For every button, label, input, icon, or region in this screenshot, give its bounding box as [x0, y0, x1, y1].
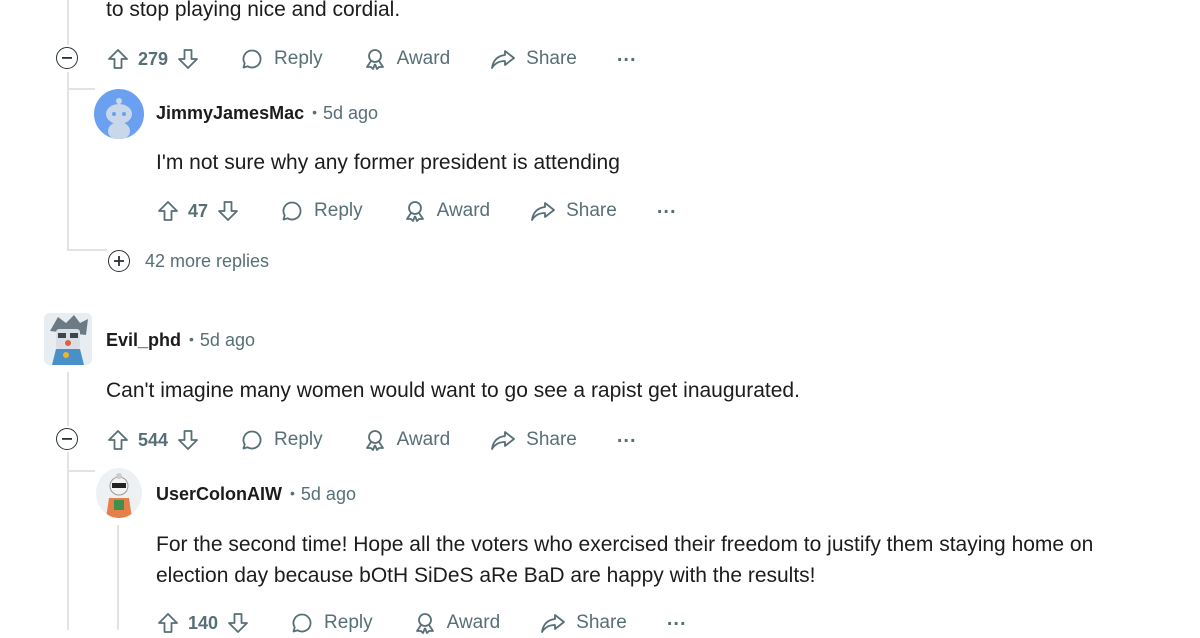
share-icon: [491, 431, 516, 450]
collapse-toggle[interactable]: [56, 428, 78, 450]
reply-label: Reply: [274, 429, 323, 450]
expand-toggle[interactable]: [108, 250, 130, 272]
share-button[interactable]: Share: [530, 199, 617, 223]
comment-text: I'm not sure why any former president is…: [156, 151, 620, 174]
thread-line-top-children: [67, 72, 69, 250]
upvote-icon[interactable]: [106, 428, 130, 452]
downvote-icon[interactable]: [216, 199, 240, 223]
vote-count: 279: [138, 48, 169, 69]
comment-bubble-icon: [242, 430, 262, 450]
vote-count: 544: [138, 429, 169, 450]
vote-group: 544: [106, 428, 200, 452]
award-icon: [365, 430, 384, 451]
award-button[interactable]: Award: [413, 611, 501, 635]
separator-dot: •: [312, 103, 318, 120]
reply-label: Reply: [314, 200, 363, 221]
snoo-avatar-icon: [106, 98, 132, 139]
username[interactable]: Evil_phd: [106, 330, 181, 351]
comment-action-bar: 279 Reply Award Share ...: [106, 44, 637, 74]
share-label: Share: [526, 429, 577, 450]
overflow-menu-button[interactable]: ...: [667, 608, 687, 631]
downvote-icon[interactable]: [176, 47, 200, 71]
collapse-toggle[interactable]: [56, 47, 78, 69]
downvote-icon[interactable]: [176, 428, 200, 452]
avatar[interactable]: [44, 313, 92, 365]
share-button[interactable]: Share: [490, 47, 577, 71]
vote-group: 279: [106, 47, 200, 71]
comment-text: Can't imagine many women would want to g…: [106, 379, 800, 402]
reply-button[interactable]: Reply: [240, 428, 323, 452]
reply-label: Reply: [274, 48, 323, 69]
vote-group: 47: [156, 199, 240, 223]
vote-count: 140: [188, 612, 219, 633]
minus-icon: [62, 57, 72, 59]
award-label: Award: [396, 429, 451, 450]
share-icon: [491, 50, 516, 69]
award-label: Award: [436, 200, 491, 221]
award-button[interactable]: Award: [403, 199, 491, 223]
reply-button[interactable]: Reply: [280, 199, 363, 223]
timestamp[interactable]: 5d ago: [323, 103, 378, 124]
custom-avatar-icon: [50, 315, 88, 365]
plus-icon: [114, 256, 124, 266]
comment-bubble-icon: [282, 201, 302, 221]
share-label: Share: [526, 48, 577, 69]
username[interactable]: UserColonAIW: [156, 484, 282, 505]
overflow-menu-button[interactable]: ...: [617, 425, 637, 448]
comment-text-line-2: election day because bOtH SiDeS aRe BaD …: [156, 564, 816, 587]
comment-bubble-icon: [292, 613, 312, 633]
comment-text-line-1: For the second time! Hope all the voters…: [156, 533, 1094, 556]
award-button[interactable]: Award: [363, 428, 451, 452]
overflow-menu-button[interactable]: ...: [617, 44, 637, 67]
comment-bubble-icon: [242, 49, 262, 69]
custom-avatar-icon: [106, 473, 132, 518]
award-icon: [365, 49, 384, 70]
award-label: Award: [446, 612, 501, 633]
comment-meta: UserColonAIW • 5d ago: [156, 484, 356, 505]
share-button[interactable]: Share: [490, 428, 577, 452]
upvote-icon[interactable]: [156, 199, 180, 223]
timestamp[interactable]: 5d ago: [301, 484, 356, 505]
upvote-icon[interactable]: [156, 611, 180, 635]
reply-button[interactable]: Reply: [240, 47, 323, 71]
thread-line-top: [67, 0, 69, 45]
more-replies-link[interactable]: 42 more replies: [145, 251, 269, 272]
avatar[interactable]: [94, 89, 144, 139]
thread-line-reply2: [117, 525, 119, 630]
vote-group: 140: [156, 611, 250, 635]
thread-line-comment2-children: [67, 452, 69, 630]
award-label: Award: [396, 48, 451, 69]
username[interactable]: JimmyJamesMac: [156, 103, 304, 124]
share-label: Share: [576, 612, 627, 633]
share-icon: [541, 614, 566, 633]
award-icon: [415, 613, 434, 634]
thread-connector-reply1: [67, 88, 95, 90]
avatar[interactable]: [96, 468, 142, 518]
comment-text: to stop playing nice and cordial.: [106, 0, 401, 21]
separator-dot: •: [189, 330, 194, 347]
reply-button[interactable]: Reply: [290, 611, 373, 635]
comment-action-bar: 47 Reply Award Share ...: [156, 196, 677, 226]
share-label: Share: [566, 200, 617, 221]
overflow-menu-button[interactable]: ...: [657, 196, 677, 219]
downvote-icon[interactable]: [226, 611, 250, 635]
comment-action-bar: 544 Reply Award Share ...: [106, 425, 637, 455]
vote-count: 47: [188, 200, 209, 221]
upvote-icon[interactable]: [106, 47, 130, 71]
share-icon: [531, 202, 556, 221]
minus-icon: [62, 438, 72, 440]
award-button[interactable]: Award: [363, 47, 451, 71]
comment-action-bar: 140 Reply Award Share ...: [156, 608, 687, 638]
comment-meta: JimmyJamesMac • 5d ago: [156, 103, 378, 124]
reply-label: Reply: [324, 612, 373, 633]
award-icon: [405, 201, 424, 222]
thread-line-comment2: [67, 372, 69, 426]
share-button[interactable]: Share: [540, 611, 627, 635]
thread-connector-reply2: [67, 470, 95, 472]
separator-dot: •: [290, 484, 295, 501]
comment-meta: Evil_phd • 5d ago: [106, 330, 255, 351]
timestamp[interactable]: 5d ago: [200, 330, 255, 351]
thread-connector-more: [67, 249, 107, 251]
